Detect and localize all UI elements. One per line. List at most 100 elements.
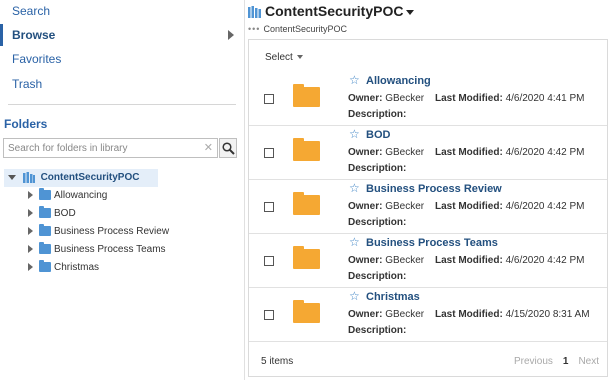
item-checkbox[interactable] [264,202,274,212]
tree-root[interactable]: ContentSecurityPOC [4,169,158,187]
search-icon [222,142,235,155]
owner-value: GBecker [385,309,425,320]
folder-icon [39,206,51,219]
breadcrumb-overflow-icon[interactable]: ••• [248,24,260,34]
pane-splitter[interactable] [244,0,245,380]
list-item[interactable]: ☆ Christmas Owner: GBecker Last Modified… [249,288,607,342]
item-checkbox[interactable] [264,94,274,104]
breadcrumb-item[interactable]: ContentSecurityPOC [263,24,347,34]
list-item[interactable]: ☆ Business Process Review Owner: GBecker… [249,180,607,234]
item-name-link[interactable]: Christmas [366,291,420,303]
tree-item-label: Allowancing [54,190,108,201]
expand-triangle-icon[interactable] [28,227,33,236]
folder-search-button[interactable] [219,138,237,158]
expand-triangle-icon[interactable] [28,209,33,218]
list-item[interactable]: ☆ BOD Owner: GBecker Last Modified: 4/6/… [249,126,607,180]
item-name-link[interactable]: Business Process Review [366,183,502,195]
item-checkbox[interactable] [264,148,274,158]
star-icon[interactable]: ☆ [349,181,360,195]
page-title-text: ContentSecurityPOC [265,3,404,19]
pagination: Previous 1 Next [514,356,599,367]
owner-field: Owner: GBecker [348,255,424,266]
star-icon[interactable]: ☆ [349,73,360,87]
expand-triangle-icon[interactable] [28,263,33,272]
folder-search-input[interactable] [4,139,200,157]
current-page-number[interactable]: 1 [563,356,569,367]
modified-value: 4/6/2020 4:41 PM [505,93,585,104]
tree-item[interactable]: Business Process Teams [28,241,166,259]
owner-label: Owner: [348,309,383,320]
select-menu[interactable]: Select [265,52,303,63]
list-item[interactable]: ☆ Allowancing Owner: GBecker Last Modifi… [249,72,607,126]
star-icon[interactable]: ☆ [349,235,360,249]
modified-label: Last Modified: [435,309,503,320]
folder-icon [39,224,51,237]
expand-triangle-icon[interactable] [28,245,33,254]
next-page-link[interactable]: Next [578,356,599,367]
owner-field: Owner: GBecker [348,147,424,158]
library-icon [22,171,35,183]
folder-icon [293,84,320,107]
previous-page-link[interactable]: Previous [514,356,553,367]
tree-item[interactable]: Allowancing [28,187,107,205]
modified-value: 4/15/2020 8:31 AM [505,309,590,320]
modified-label: Last Modified: [435,93,503,104]
nav-browse-label: Browse [12,28,56,42]
title-menu-caret-icon[interactable] [406,9,415,15]
nav-trash-label: Trash [12,77,43,91]
modified-field: Last Modified: 4/6/2020 4:41 PM [435,93,585,104]
modified-label: Last Modified: [435,147,503,158]
description-label: Description: [348,271,407,282]
tree-item-label: Christmas [54,262,100,273]
tree-item[interactable]: Christmas [28,259,99,277]
owner-value: GBecker [385,255,425,266]
nav-favorites[interactable]: Favorites [0,48,240,70]
modified-field: Last Modified: 4/15/2020 8:31 AM [435,309,590,320]
folders-heading: Folders [4,117,48,131]
folder-icon [39,260,51,273]
owner-label: Owner: [348,93,383,104]
owner-field: Owner: GBecker [348,309,424,320]
nav-search[interactable]: Search [0,0,240,22]
main-pane: ContentSecurityPOC ••• ContentSecurityPOC… [246,0,610,380]
chevron-down-icon [296,55,303,60]
folder-icon [39,242,51,255]
description-label: Description: [348,325,407,336]
clear-icon[interactable]: ✕ [204,141,213,154]
modified-field: Last Modified: 4/6/2020 4:42 PM [435,201,585,212]
folder-icon [293,300,320,323]
owner-label: Owner: [348,147,383,158]
modified-label: Last Modified: [435,255,503,266]
item-name-link[interactable]: Allowancing [366,75,431,87]
page-title: ContentSecurityPOC [248,3,415,19]
tree-item[interactable]: BOD [28,205,76,223]
expand-triangle-icon[interactable] [28,191,33,200]
nav-search-label: Search [12,4,51,18]
folder-icon [293,192,320,215]
star-icon[interactable]: ☆ [349,127,360,141]
nav-trash[interactable]: Trash [0,73,240,95]
item-checkbox[interactable] [264,256,274,266]
folder-search-box: ✕ [3,138,218,158]
item-name-link[interactable]: Business Process Teams [366,237,498,249]
divider [8,104,236,105]
description-label: Description: [348,163,407,174]
owner-value: GBecker [385,147,425,158]
list-item[interactable]: ☆ Business Process Teams Owner: GBecker … [249,234,607,288]
folder-icon [39,188,51,201]
collapse-triangle-icon[interactable] [8,174,16,180]
modified-label: Last Modified: [435,201,503,212]
owner-label: Owner: [348,255,383,266]
nav-browse[interactable]: Browse [0,24,240,46]
tree-item[interactable]: Business Process Review [28,223,169,241]
tree-item-label: Business Process Teams [54,244,166,255]
expand-arrow-icon[interactable] [228,30,234,40]
item-checkbox[interactable] [264,310,274,320]
modified-value: 4/6/2020 4:42 PM [505,147,585,158]
description-label: Description: [348,217,407,228]
item-name-link[interactable]: BOD [366,129,390,141]
tree-root-label: ContentSecurityPOC [40,172,140,183]
modified-value: 4/6/2020 4:42 PM [505,255,585,266]
owner-field: Owner: GBecker [348,201,424,212]
star-icon[interactable]: ☆ [349,289,360,303]
